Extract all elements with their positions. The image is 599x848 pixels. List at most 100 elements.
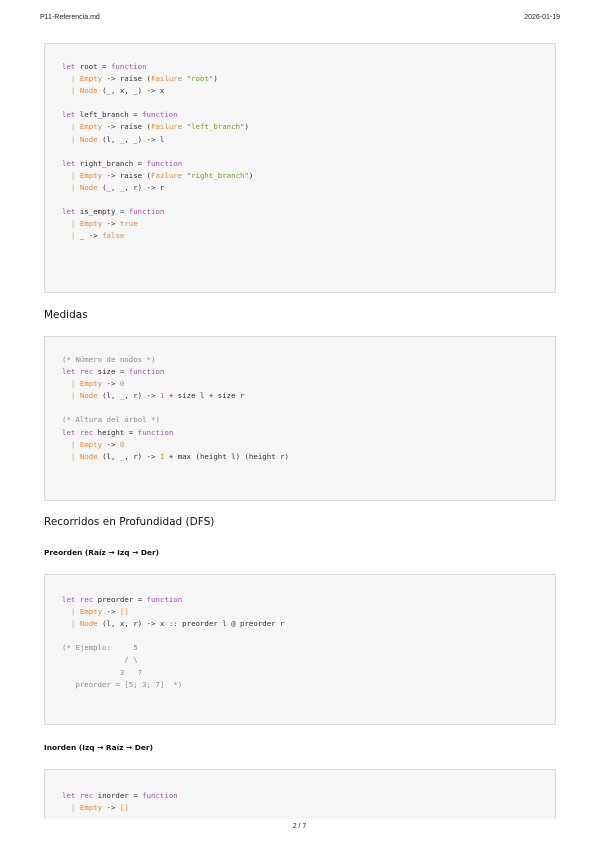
code-token: rec [79,367,98,377]
code-token: let [62,110,80,120]
code-line: | _ -> false [62,230,555,242]
code-token: Empty [79,219,103,229]
code-token: function [137,427,174,437]
code-line: | Empty -> [] [62,606,555,618]
code-token: (l, _, _) -> l [97,134,165,144]
heading-medidas: Medidas [44,309,88,321]
code-token: "left_branch" [186,122,245,132]
code-token: rec [79,791,98,800]
code-token: function [146,158,183,168]
code-token: Empty [79,170,103,180]
code-text: let rec preorder = function | Empty -> [… [45,575,555,691]
code-token: + max (height l) (height r) [164,451,289,461]
code-token: true [119,219,138,229]
code-line: | Node (l, _, r) -> 1 + size l + size r [62,390,555,402]
code-token: Node [79,619,98,629]
code-token: -> [102,219,120,229]
code-token: Empty [79,439,103,449]
heading-inorden: Inorden (Izq → Raíz → Der) [44,743,153,752]
code-line: | Node (l, _, _) -> l [62,134,555,146]
code-token: ) [244,122,249,132]
code-token: function [110,62,147,71]
code-line: let rec size = function [62,366,555,378]
code-token: function [128,367,165,377]
code-token: let [62,427,80,437]
code-line: let rec inorder = function [62,790,555,802]
code-line: let left_branch = function [62,109,555,121]
code-token: "right_branch" [186,170,249,180]
code-line: | Empty -> raise (Failure "right_branch"… [62,170,555,182]
code-text: (* Número de nodos *) let rec size = func… [45,337,555,463]
code-line: (* Número de nodos *) [62,354,555,366]
code-token: Node [79,134,98,144]
code-line: | Node (_, _, r) -> r [62,182,555,194]
code-block-inorder: let rec inorder = function | Empty -> [] [44,769,556,819]
code-token: -> [102,803,120,813]
code-token: (* Altura del árbol *) [62,415,160,425]
document-filename: P11-Referencia.md [40,14,100,21]
code-token: Failure [151,74,183,84]
code-token: Empty [79,803,103,813]
code-token: right_branch = [79,158,147,168]
code-line: (* Ejemplo: 5 [62,642,555,654]
code-token: ) [248,170,254,180]
code-token: [] [119,803,129,813]
code-token: function [142,791,178,800]
code-token: function [128,207,165,217]
code-token: Node [79,391,98,401]
code-line: (* Altura del árbol *) [62,414,555,426]
code-token: left_branch = [79,110,143,120]
code-token: rec [79,427,98,437]
code-token: height = [97,427,138,437]
heading-dfs: Recorridos en Profundidad (DFS) [44,516,215,528]
code-token: Empty [79,379,103,389]
code-line: let is_empty = function [62,206,555,218]
code-token: (_, x, _) -> x [97,86,165,96]
code-token: Failure [151,122,183,132]
code-token: Node [79,451,98,461]
code-line: | Empty -> [] [62,802,555,814]
code-token: -> [102,439,120,449]
code-line: | Node (l, _, r) -> 1 + max (height l) (… [62,451,555,463]
code-token: (l, _, r) -> [97,391,160,401]
code-token: function [142,110,178,120]
code-text: let rec inorder = function | Empty -> [] [45,770,555,814]
code-token: false [102,231,125,241]
code-line: | Empty -> 0 [62,378,555,390]
code-token: Node [79,182,98,192]
code-token: -> [102,379,120,389]
code-token: Empty [79,74,103,84]
code-token: is_empty = [79,207,129,217]
code-line: let rec height = function [62,427,555,439]
code-block-accessors: let root = function | Empty -> raise (Fa… [44,43,556,293]
code-token: 3 7 [62,667,143,677]
code-token: let [62,791,80,800]
code-token: let [62,367,80,377]
heading-preorden: Preorden (Raíz → Izq → Der) [44,548,160,557]
code-token: "root" [186,74,214,84]
code-token: (l, x, r) -> x :: preorder l @ preorder … [97,619,285,629]
code-token: inorder = [97,791,143,800]
code-token: let [62,158,80,168]
code-token: let [62,62,80,71]
code-token: Node [79,86,98,96]
code-token: function [146,595,183,604]
code-token: 0 [119,379,125,389]
document-date: 2026-01-19 [524,14,560,21]
code-token: [] [119,607,129,617]
code-line: let rec preorder = function [62,594,555,606]
code-token: Empty [79,607,103,617]
code-token: (l, _, r) -> [97,451,160,461]
